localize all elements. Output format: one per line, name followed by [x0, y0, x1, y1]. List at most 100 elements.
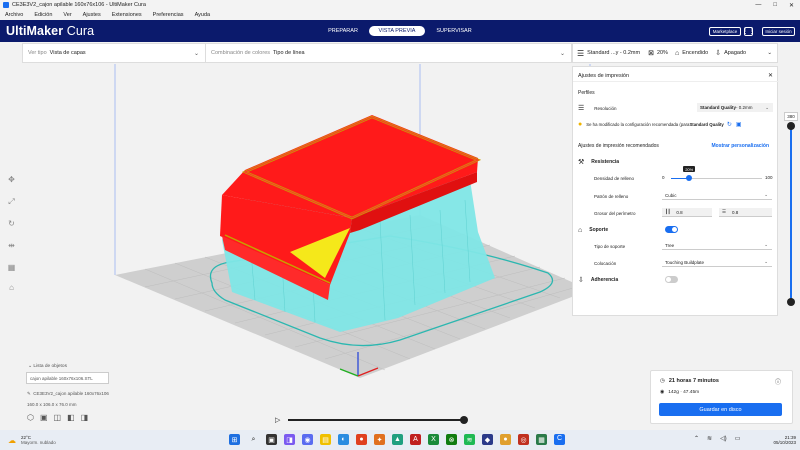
- close-button[interactable]: ✕: [789, 2, 794, 9]
- tab-vista-previa[interactable]: VISTA PREVIA: [369, 26, 425, 36]
- material-usage: 142g · 47.45m: [668, 390, 700, 395]
- mirror-icon[interactable]: ⇹: [7, 241, 16, 250]
- task-view-icon[interactable]: ▣: [266, 434, 277, 445]
- menu-edicion[interactable]: Edición: [34, 12, 52, 18]
- per-model-settings-icon[interactable]: ▦: [7, 263, 16, 272]
- windows-start-icon[interactable]: ⊞: [229, 434, 240, 445]
- strength-icon: ⚒: [578, 159, 585, 166]
- menu-ayuda[interactable]: Ayuda: [195, 12, 211, 18]
- chevron-up-icon: ⌄: [767, 50, 772, 56]
- close-icon[interactable]: ✕: [768, 72, 779, 79]
- menu-extensiones[interactable]: Extensiones: [112, 12, 142, 18]
- scale-icon[interactable]: ⤢: [7, 197, 16, 206]
- infill-pattern-label: Patrón de relleno: [594, 193, 629, 199]
- placement-dropdown[interactable]: Touching Buildplate ⌄: [662, 258, 772, 267]
- layer-slider-top-handle[interactable]: [787, 122, 795, 130]
- layer-number-field[interactable]: 380: [784, 112, 798, 121]
- app-icon-1[interactable]: ✦: [374, 434, 385, 445]
- panel-title: Ajustes de impresión: [578, 72, 630, 79]
- minimize-button[interactable]: —: [755, 2, 761, 9]
- chrome-icon[interactable]: ●: [356, 434, 367, 445]
- profiles-label: Perfiles: [578, 90, 595, 96]
- view-right-icon[interactable]: ◨: [81, 413, 89, 422]
- menu-archivo[interactable]: Archivo: [5, 12, 23, 18]
- layer-slider-bottom-handle[interactable]: [787, 298, 795, 306]
- job-name[interactable]: ✎ CE3E3V2_cajon apilable 160x76x106: [27, 391, 109, 397]
- infill-summary: 20%: [656, 50, 668, 56]
- maximize-button[interactable]: □: [773, 2, 777, 9]
- warning-text: Se ha modificado la configuración recome…: [586, 121, 690, 127]
- info-icon[interactable]: ⓘ: [775, 377, 781, 386]
- object-list-item[interactable]: cajon apilable 160x76x106.STL: [26, 372, 109, 384]
- view-left-icon[interactable]: ◧: [67, 413, 75, 422]
- app-icon-4[interactable]: ●: [500, 434, 511, 445]
- menu-preferencias[interactable]: Preferencias: [153, 12, 184, 18]
- app-icon-2[interactable]: ▲: [392, 434, 403, 445]
- view-type-dropdown[interactable]: Ver tipo Vista de capas ⌄: [23, 44, 206, 62]
- tab-preparar[interactable]: PREPARAR: [318, 26, 368, 36]
- tab-supervisar[interactable]: SUPERVISAR: [428, 26, 480, 36]
- marketplace-button[interactable]: Marketplace: [709, 27, 741, 36]
- resolution-dropdown[interactable]: Standard Quality - 0.2mm ⌄: [697, 103, 773, 112]
- edge-icon[interactable]: ◐: [338, 434, 349, 445]
- adhesion-toggle[interactable]: [665, 276, 678, 283]
- search-icon[interactable]: ⌕: [248, 434, 259, 445]
- save-profile-icon[interactable]: ▣: [736, 121, 742, 128]
- path-slider-track[interactable]: [288, 419, 463, 421]
- top-bottom-icon: ☰: [722, 209, 727, 214]
- warning-profile: Standard Quality: [689, 121, 724, 127]
- save-to-disk-button[interactable]: Guardar en disco: [659, 403, 782, 416]
- support-toggle[interactable]: [665, 226, 678, 233]
- chevron-up-icon[interactable]: ⌃: [694, 435, 699, 442]
- acrobat-icon[interactable]: A: [410, 434, 421, 445]
- layer-slider-track: [790, 126, 792, 304]
- move-icon[interactable]: ✥: [7, 175, 16, 184]
- warning-icon: ●: [578, 120, 583, 128]
- file-explorer-icon[interactable]: ▤: [320, 434, 331, 445]
- view-front-icon[interactable]: ▣: [40, 413, 48, 422]
- print-setup-selector[interactable]: ☰ Standard ...y - 0.2mm ⊠ 20% ⌂ Encendid…: [572, 43, 778, 63]
- cura-taskbar-icon[interactable]: C: [554, 434, 565, 445]
- infill-pattern-dropdown[interactable]: Cubic ⌄: [662, 191, 772, 200]
- play-icon[interactable]: ▷: [275, 416, 280, 424]
- view-3d-icon[interactable]: ⬡: [27, 413, 34, 422]
- rotate-icon[interactable]: ↻: [7, 219, 16, 228]
- menu-ajustes[interactable]: Ajustes: [83, 12, 101, 18]
- infill-icon: ⊠: [648, 50, 654, 57]
- menu-bar: Archivo Edición Ver Ajustes Extensiones …: [0, 10, 800, 20]
- xbox-icon[interactable]: ⊗: [446, 434, 457, 445]
- object-list-header[interactable]: ⌄ Lista de objetos: [28, 364, 67, 369]
- weather-icon: ☁: [8, 435, 16, 445]
- excel-icon[interactable]: X: [428, 434, 439, 445]
- support-blocker-icon[interactable]: ⌂: [7, 283, 16, 292]
- chat-icon[interactable]: ◉: [302, 434, 313, 445]
- infill-slider[interactable]: 20%: [671, 166, 762, 181]
- app-icon-6[interactable]: ▦: [536, 434, 547, 445]
- apps-grid-icon[interactable]: ⋮⋮: [743, 27, 755, 36]
- app-icon-3[interactable]: ◆: [482, 434, 493, 445]
- color-scheme-dropdown[interactable]: Combinación de colores Tipo de línea ⌄: [206, 44, 571, 62]
- chevron-down-icon: ⌄: [764, 242, 768, 247]
- wall-thickness-field[interactable]: ┃┃ 0.8: [662, 208, 712, 217]
- infill-max-label: 100: [765, 175, 773, 180]
- spotify-icon[interactable]: ≋: [464, 434, 475, 445]
- view-top-icon[interactable]: ◫: [54, 413, 62, 422]
- layer-slider[interactable]: 380: [784, 112, 798, 307]
- resolution-icon: ☰: [578, 105, 585, 112]
- support-type-dropdown[interactable]: Tree ⌄: [662, 241, 772, 250]
- volume-icon[interactable]: ◁): [720, 435, 727, 442]
- widgets-icon[interactable]: ◨: [284, 434, 295, 445]
- path-slider-handle[interactable]: [460, 416, 468, 424]
- custom-settings-link[interactable]: Mostrar personalización: [711, 143, 779, 149]
- app-logo: UltiMaker Cura: [6, 24, 95, 38]
- clock-date[interactable]: 05/10/2023: [773, 440, 796, 446]
- top-bottom-thickness-field[interactable]: ☰ 0.8: [719, 208, 772, 217]
- wifi-icon[interactable]: ≋: [707, 435, 712, 442]
- reset-icon[interactable]: ↻: [727, 121, 732, 128]
- shell-thickness-label: Grosor del perímetro: [594, 210, 636, 216]
- signin-button[interactable]: Iniciar sesión: [762, 27, 795, 36]
- window-title: CE3E3V2_cajon apilable 160x76x106 - Ulti…: [12, 2, 146, 8]
- menu-ver[interactable]: Ver: [63, 12, 71, 18]
- app-icon-5[interactable]: ◎: [518, 434, 529, 445]
- battery-icon[interactable]: ▭: [735, 435, 741, 442]
